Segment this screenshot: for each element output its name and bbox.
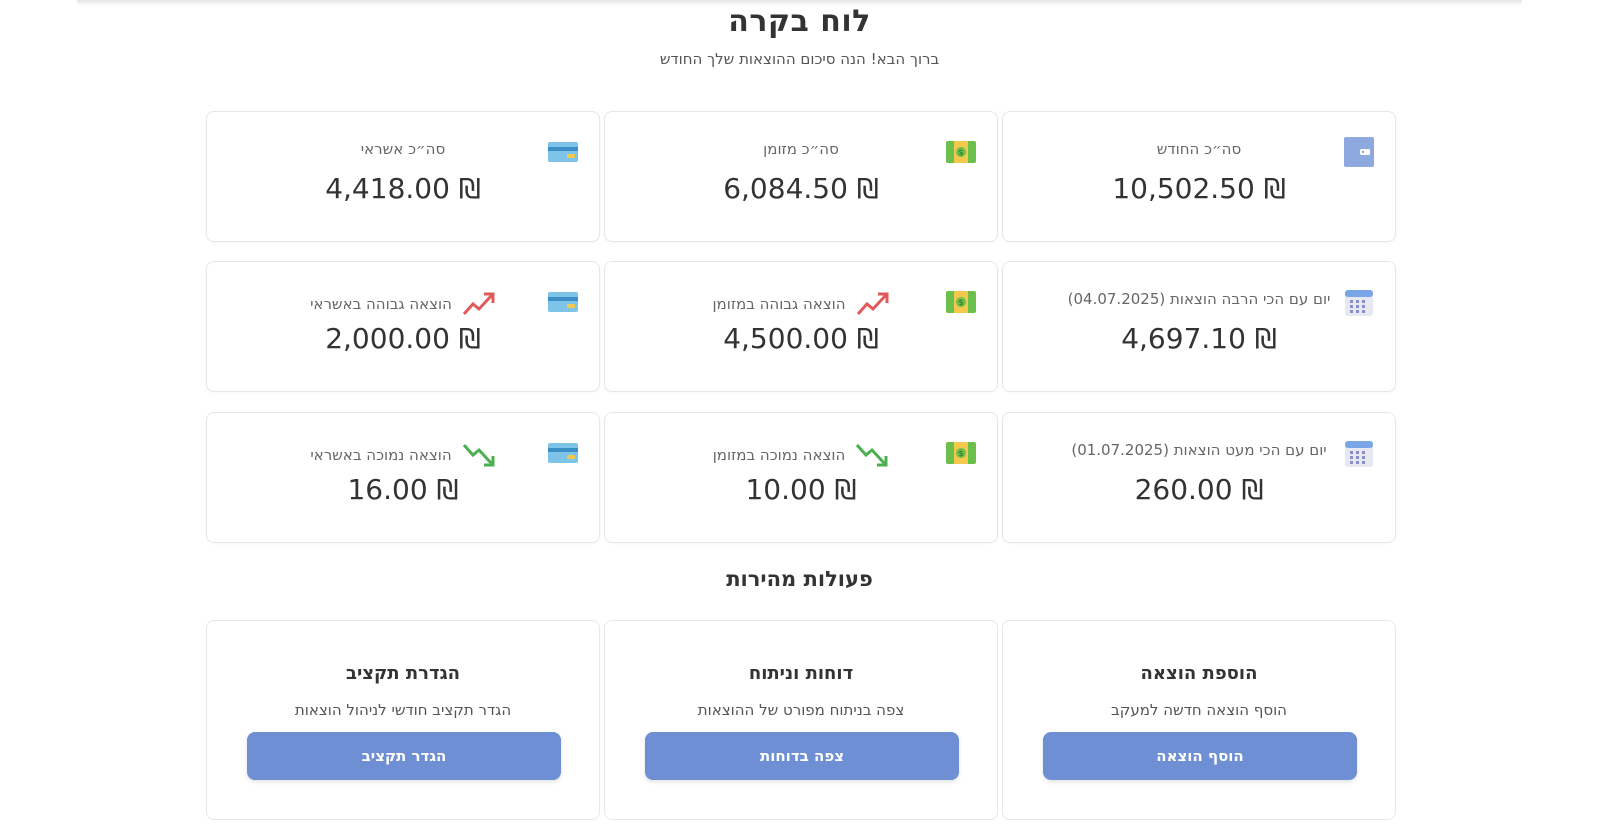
stat-value: ₪ 4,418.00	[325, 172, 481, 205]
action-description: הגדר תקציב חודשי לניהול הוצאות	[294, 701, 512, 719]
stat-value: ₪ 260.00	[1134, 473, 1264, 506]
stat-card-max-cash: $ הוצאה גבוהה במזומן ₪ 4,500.00	[604, 261, 998, 392]
stat-head: יום עם הכי מעט הוצאות (01.07.2025)	[1003, 441, 1395, 459]
stat-card-max-day: יום עם הכי הרבה הוצאות (04.07.2025) ₪ 4,…	[1002, 261, 1396, 392]
stat-label: יום עם הכי מעט הוצאות (01.07.2025)	[1071, 441, 1327, 459]
stat-label: סה״כ אשראי	[360, 140, 446, 158]
stat-label: יום עם הכי הרבה הוצאות (04.07.2025)	[1067, 290, 1331, 308]
stat-value: ₪ 4,500.00	[723, 322, 879, 355]
stat-head: סה״כ אשראי	[207, 140, 599, 158]
trend-down-icon	[855, 441, 889, 469]
stat-head: סה״כ החודש	[1003, 140, 1395, 158]
stat-card-cash-total: $ סה״כ מזומן ₪ 6,084.50	[604, 111, 998, 242]
stat-card-max-credit: הוצאה גבוהה באשראי ₪ 2,000.00	[206, 261, 600, 392]
stat-value: ₪ 10.00	[745, 473, 857, 506]
set-budget-button[interactable]: הגדר תקציב	[247, 732, 561, 780]
action-description: צפה בניתוח מפורט של ההוצאות	[697, 701, 905, 719]
action-card-reports: דוחות וניתוח צפה בניתוח מפורט של ההוצאות…	[604, 620, 998, 820]
stat-value: ₪ 4,697.10	[1121, 322, 1277, 355]
stat-label: הוצאה גבוהה באשראי	[310, 295, 452, 313]
stat-head: הוצאה נמוכה במזומן	[605, 441, 997, 469]
trend-up-icon	[462, 290, 496, 318]
trend-down-icon	[462, 441, 496, 469]
stat-value: ₪ 10,502.50	[1112, 172, 1286, 205]
stat-head: הוצאה גבוהה במזומן	[605, 290, 997, 318]
stat-card-min-credit: הוצאה נמוכה באשראי ₪ 16.00	[206, 412, 600, 543]
quick-actions-title: פעולות מהירות	[726, 567, 873, 591]
stat-card-min-cash: $ הוצאה נמוכה במזומן ₪ 10.00	[604, 412, 998, 543]
page-title: לוח בקרה	[728, 4, 871, 39]
view-reports-button[interactable]: צפה בדוחות	[645, 732, 959, 780]
add-expense-button[interactable]: הוסף הוצאה	[1043, 732, 1357, 780]
stat-label: הוצאה נמוכה במזומן	[712, 446, 846, 464]
stat-head: סה״כ מזומן	[605, 140, 997, 158]
stat-card-credit-total: סה״כ אשראי ₪ 4,418.00	[206, 111, 600, 242]
action-title: הוספת הוצאה	[1140, 663, 1258, 684]
stat-label: הוצאה נמוכה באשראי	[310, 446, 452, 464]
stat-card-min-day: יום עם הכי מעט הוצאות (01.07.2025) ₪ 260…	[1002, 412, 1396, 543]
stat-value: ₪ 16.00	[347, 473, 459, 506]
stat-label: הוצאה גבוהה במזומן	[712, 295, 846, 313]
action-title: הגדרת תקציב	[346, 663, 460, 684]
stat-value: ₪ 6,084.50	[723, 172, 879, 205]
stat-value: ₪ 2,000.00	[325, 322, 481, 355]
dashboard-page: לוח בקרה ברוך הבא! הנה סיכום ההוצאות שלך…	[0, 0, 1599, 839]
stat-label: סה״כ החודש	[1156, 140, 1242, 158]
trend-up-icon	[856, 290, 890, 318]
action-card-budget: הגדרת תקציב הגדר תקציב חודשי לניהול הוצא…	[206, 620, 600, 820]
stat-label: סה״כ מזומן	[763, 140, 839, 158]
stat-head: הוצאה נמוכה באשראי	[207, 441, 599, 469]
action-card-add-expense: הוספת הוצאה הוסף הוצאה חדשה למעקב הוסף ה…	[1002, 620, 1396, 820]
page-subtitle: ברוך הבא! הנה סיכום ההוצאות שלך החודש	[659, 50, 940, 68]
action-description: הוסף הוצאה חדשה למעקב	[1111, 701, 1287, 719]
action-title: דוחות וניתוח	[748, 663, 854, 684]
stat-card-month-total: סה״כ החודש ₪ 10,502.50	[1002, 111, 1396, 242]
stat-head: הוצאה גבוהה באשראי	[207, 290, 599, 318]
stat-head: יום עם הכי הרבה הוצאות (04.07.2025)	[1003, 290, 1395, 308]
